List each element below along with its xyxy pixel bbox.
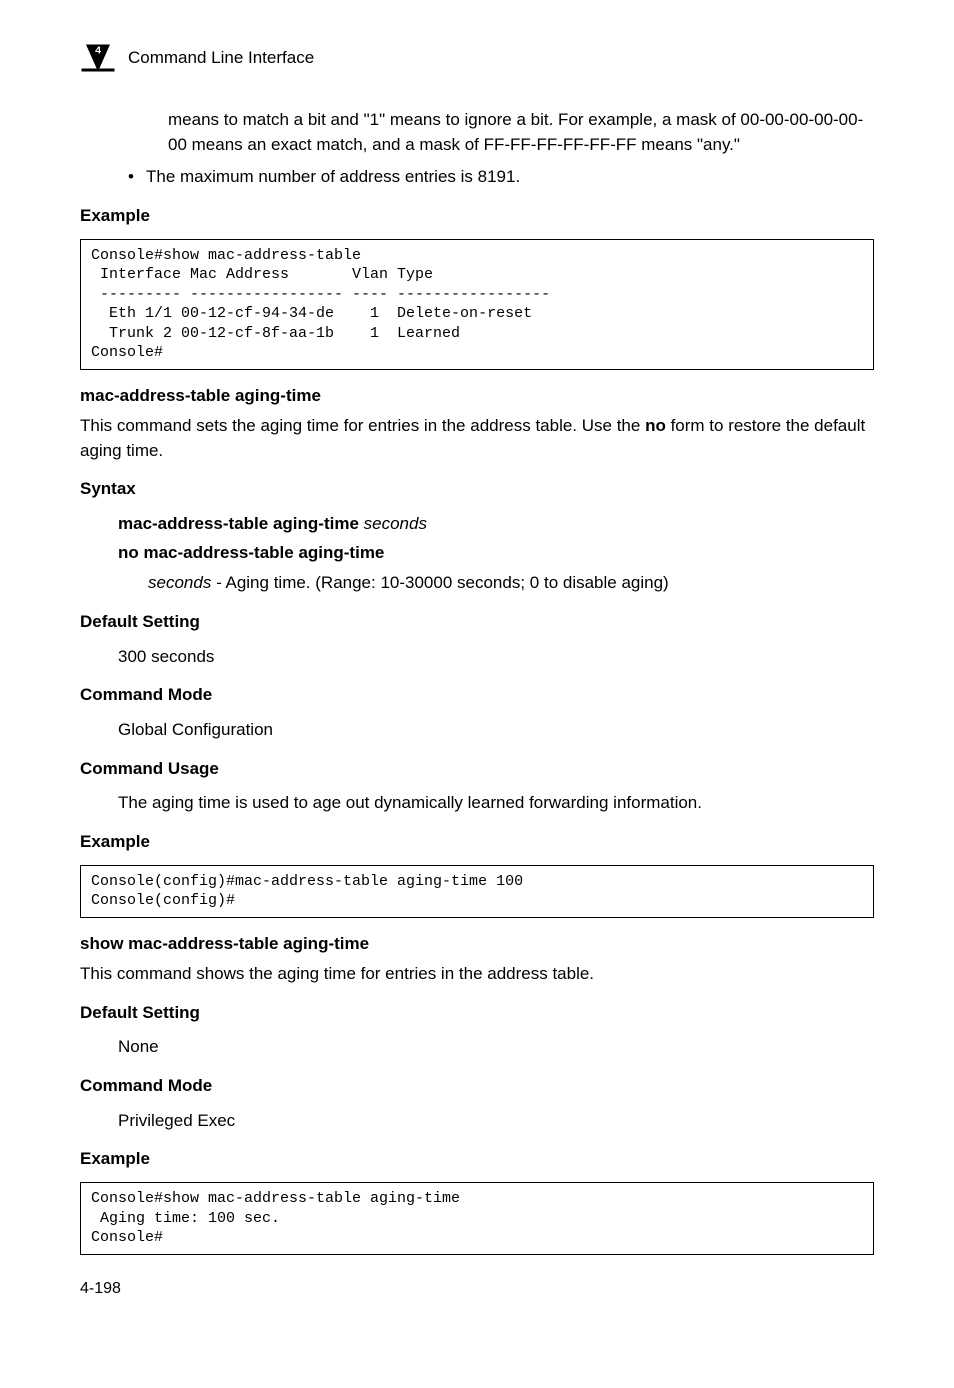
cmd1-default-heading: Default Setting <box>80 610 874 635</box>
cmd1-syntax-l1a: mac-address-table aging-time <box>118 514 359 533</box>
cmd2-mode-heading: Command Mode <box>80 1074 874 1099</box>
cmd1-usage-value: The aging time is used to age out dynami… <box>80 791 874 816</box>
intro-bullet-text: The maximum number of address entries is… <box>146 165 520 190</box>
cmd1-syntax-l1b: seconds <box>359 514 427 533</box>
intro-bullet: • The maximum number of address entries … <box>80 165 874 190</box>
header-title: Command Line Interface <box>128 46 314 71</box>
cmd1-desc-a: This command sets the aging time for ent… <box>80 416 645 435</box>
chapter-number-icon: 4 <box>80 40 116 76</box>
cmd2-description: This command shows the aging time for en… <box>80 962 874 987</box>
cmd1-mode-value: Global Configuration <box>80 718 874 743</box>
cmd1-syntax-heading: Syntax <box>80 477 874 502</box>
example1-heading: Example <box>80 204 874 229</box>
cmd1-syntax-line2: no mac-address-table aging-time <box>80 541 874 566</box>
cmd1-example-code: Console(config)#mac-address-table aging-… <box>80 865 874 918</box>
cmd1-syntax-line1: mac-address-table aging-time seconds <box>80 512 874 537</box>
page-header: 4 Command Line Interface <box>80 40 874 76</box>
intro-continuation: means to match a bit and "1" means to ig… <box>80 108 874 157</box>
cmd1-syntax-l2: no mac-address-table aging-time <box>118 543 384 562</box>
cmd1-syntax-arg-b: Aging time. (Range: 10-30000 seconds; 0 … <box>222 573 669 592</box>
cmd2-example-code: Console#show mac-address-table aging-tim… <box>80 1182 874 1255</box>
cmd2-mode-value: Privileged Exec <box>80 1109 874 1134</box>
bullet-icon: • <box>128 165 146 190</box>
cmd1-mode-heading: Command Mode <box>80 683 874 708</box>
cmd1-syntax-arg: seconds - Aging time. (Range: 10-30000 s… <box>80 571 874 596</box>
cmd1-default-value: 300 seconds <box>80 645 874 670</box>
cmd1-example-heading: Example <box>80 830 874 855</box>
cmd1-desc-bold: no <box>645 416 666 435</box>
cmd2-default-heading: Default Setting <box>80 1001 874 1026</box>
cmd1-description: This command sets the aging time for ent… <box>80 414 874 463</box>
cmd2-title: show mac-address-table aging-time <box>80 932 874 957</box>
cmd1-usage-heading: Command Usage <box>80 757 874 782</box>
example1-code: Console#show mac-address-table Interface… <box>80 239 874 370</box>
page-number: 4-198 <box>80 1277 874 1300</box>
cmd2-default-value: None <box>80 1035 874 1060</box>
cmd1-title: mac-address-table aging-time <box>80 384 874 409</box>
cmd1-syntax-arg-a: seconds - <box>148 573 222 592</box>
cmd2-example-heading: Example <box>80 1147 874 1172</box>
svg-text:4: 4 <box>95 45 101 57</box>
